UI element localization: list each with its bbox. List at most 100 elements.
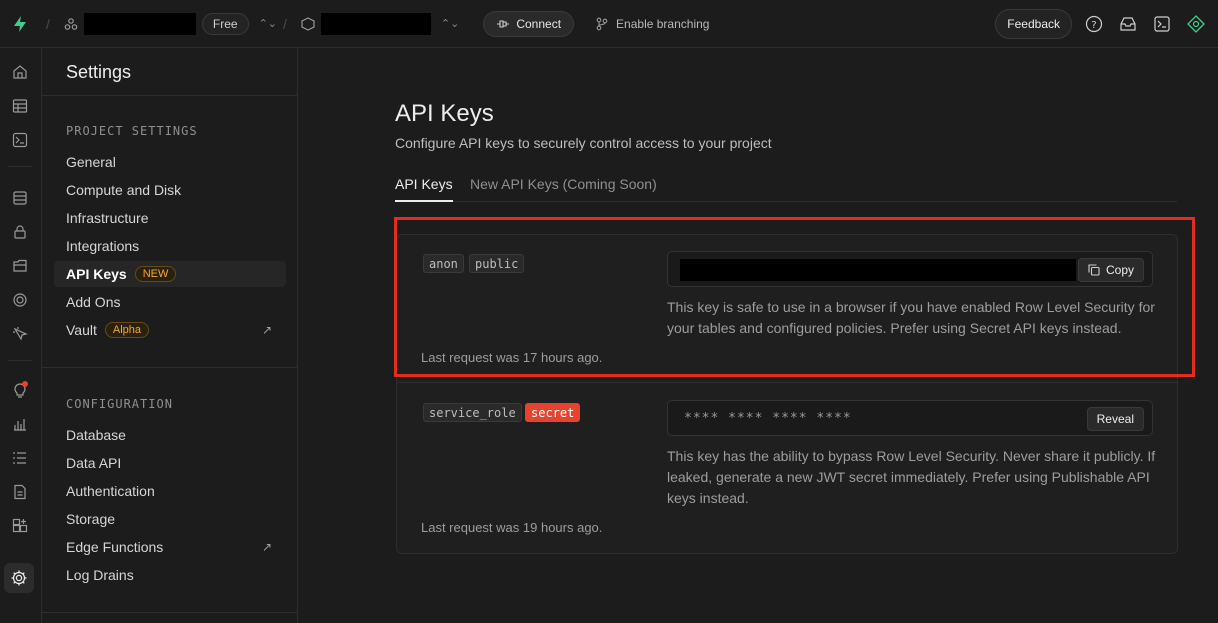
external-link-icon: ↗ — [261, 540, 272, 554]
service-role-last-request: Last request was 19 hours ago. — [421, 520, 603, 535]
anon-key-field[interactable]: Copy — [667, 251, 1153, 287]
copy-label: Copy — [1105, 263, 1134, 277]
sidebar-item-label: Log Drains — [66, 567, 134, 583]
supabase-logo-icon[interactable] — [0, 15, 40, 33]
sidebar-item-label: Infrastructure — [66, 210, 149, 226]
sidebar-item-compute-and-disk[interactable]: Compute and Disk — [54, 177, 286, 203]
sidebar-item-edge-functions[interactable]: Edge Functions ↗ — [54, 534, 286, 560]
sidebar-item-add-ons[interactable]: Add Ons — [54, 289, 286, 315]
new-badge: NEW — [134, 266, 177, 282]
sidebar-item-infrastructure[interactable]: Infrastructure — [54, 205, 286, 231]
anon-chip: anon — [423, 254, 464, 273]
rail-divider — [8, 166, 32, 167]
sidebar-item-label: Compute and Disk — [66, 182, 182, 198]
api-docs-icon[interactable] — [8, 480, 32, 504]
organization-name-redacted[interactable] — [83, 12, 196, 35]
breadcrumb-separator: / — [46, 15, 50, 32]
sidebar-item-database[interactable]: Database — [54, 422, 286, 448]
connect-label: Connect — [516, 16, 562, 31]
sidebar-item-label: Edge Functions — [66, 539, 164, 555]
advisor-diamond-icon[interactable] — [1184, 12, 1208, 36]
storage-icon[interactable] — [8, 254, 32, 278]
sidebar-divider — [42, 367, 298, 368]
enable-branching-button[interactable]: Enable branching — [596, 17, 709, 31]
tab-new-api-keys[interactable]: New API Keys (Coming Soon) — [470, 176, 657, 202]
nav-rail — [0, 48, 42, 623]
page-title: API Keys — [395, 100, 494, 127]
service-role-key-field[interactable]: **** **** **** **** Reveal — [667, 400, 1153, 436]
main-content: API Keys Configure API keys to securely … — [299, 48, 1218, 623]
organization-icon — [64, 17, 78, 31]
sidebar-item-label: General — [66, 154, 116, 170]
sidebar-item-authentication[interactable]: Authentication — [54, 478, 286, 504]
masked-key-value: **** **** **** **** — [684, 411, 852, 426]
card-divider — [397, 382, 1177, 383]
sidebar-item-label: API Keys — [66, 266, 127, 282]
project-name-redacted[interactable] — [320, 12, 431, 35]
branch-icon — [596, 17, 608, 30]
auth-lock-icon[interactable] — [8, 220, 32, 244]
sidebar-item-label: Integrations — [66, 238, 140, 254]
sidebar-item-label: Vault — [66, 322, 97, 338]
sidebar-divider — [42, 612, 298, 613]
sidebar-item-integrations[interactable]: Integrations — [54, 233, 286, 259]
service-role-chip: service_role — [423, 403, 522, 422]
anon-last-request: Last request was 17 hours ago. — [421, 350, 603, 365]
terminal-icon[interactable] — [1150, 12, 1174, 36]
reports-chart-icon[interactable] — [8, 412, 32, 436]
edge-functions-icon[interactable] — [8, 322, 32, 346]
project-icon — [301, 16, 315, 31]
external-link-icon: ↗ — [261, 323, 272, 337]
sidebar-item-label: Authentication — [66, 483, 155, 499]
sidebar-item-vault[interactable]: Vault Alpha ↗ — [54, 317, 286, 343]
advisors-lightbulb-icon[interactable] — [8, 378, 32, 402]
copy-icon — [1088, 264, 1100, 276]
sidebar-item-api-keys[interactable]: API Keys NEW — [54, 261, 286, 287]
page-subtitle: Configure API keys to securely control a… — [395, 135, 772, 151]
copy-button[interactable]: Copy — [1077, 258, 1144, 282]
anon-key-value-redacted — [680, 259, 1076, 281]
rail-divider — [8, 360, 32, 361]
feedback-button[interactable]: Feedback — [995, 9, 1072, 39]
sidebar-item-log-drains[interactable]: Log Drains — [54, 562, 286, 588]
plug-icon — [497, 19, 510, 28]
branching-label: Enable branching — [616, 16, 710, 31]
realtime-icon[interactable] — [8, 288, 32, 312]
secret-chip: secret — [525, 403, 581, 422]
integrations-icon[interactable] — [8, 514, 32, 538]
help-icon[interactable]: ? — [1082, 12, 1106, 36]
logs-list-icon[interactable] — [8, 446, 32, 470]
api-keys-card: anon public Copy This key is safe to use… — [396, 234, 1178, 554]
public-chip: public — [469, 254, 525, 273]
sidebar-item-general[interactable]: General — [54, 149, 286, 175]
sql-editor-icon[interactable] — [8, 128, 32, 152]
tab-api-keys[interactable]: API Keys — [395, 176, 453, 202]
alpha-badge: Alpha — [104, 322, 150, 338]
plan-badge: Free — [201, 12, 249, 35]
project-settings-heading: PROJECT SETTINGS — [66, 124, 198, 138]
sidebar-divider — [42, 95, 298, 96]
configuration-heading: CONFIGURATION — [66, 397, 173, 411]
org-switch-chevron-icon[interactable]: ⌃⌄ — [259, 17, 277, 30]
settings-gear-icon[interactable] — [4, 563, 34, 593]
anon-key-description: This key is safe to use in a browser if … — [667, 299, 1155, 336]
sidebar-item-storage[interactable]: Storage — [54, 506, 286, 532]
sidebar-item-label: Database — [66, 427, 126, 443]
tab-bar: API Keys New API Keys (Coming Soon) — [395, 176, 1177, 202]
service-role-description: This key has the ability to bypass Row L… — [667, 448, 1156, 506]
connect-button[interactable]: Connect — [483, 10, 575, 37]
breadcrumb-separator: / — [283, 15, 287, 32]
database-icon[interactable] — [8, 186, 32, 210]
top-bar: / Free ⌃⌄ / ⌃⌄ Connect Enable branching … — [0, 0, 1218, 48]
home-icon[interactable] — [8, 60, 32, 84]
sidebar-item-label: Storage — [66, 511, 116, 527]
table-editor-icon[interactable] — [8, 94, 32, 118]
svg-text:?: ? — [1091, 20, 1096, 31]
project-switch-chevron-icon[interactable]: ⌃⌄ — [441, 17, 459, 30]
sidebar-item-label: Data API — [66, 455, 122, 471]
sidebar-title: Settings — [66, 62, 132, 82]
sidebar-item-label: Add Ons — [66, 294, 121, 310]
inbox-icon[interactable] — [1116, 12, 1140, 36]
sidebar-item-data-api[interactable]: Data API — [54, 450, 286, 476]
reveal-button[interactable]: Reveal — [1086, 407, 1144, 431]
